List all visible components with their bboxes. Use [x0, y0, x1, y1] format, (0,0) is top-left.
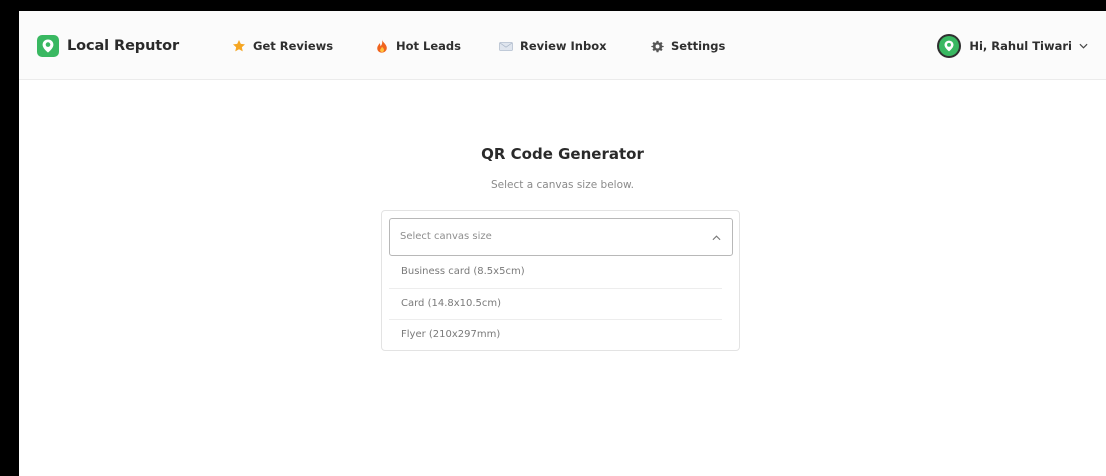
nav-item-label: Review Inbox	[520, 39, 607, 53]
avatar	[937, 34, 962, 58]
user-menu[interactable]: Hi, Rahul Tiwari	[937, 33, 1088, 59]
chevron-down-icon	[1078, 41, 1088, 51]
page-subtitle: Select a canvas size below.	[491, 179, 634, 191]
option-card[interactable]: Card (14.8x10.5cm)	[389, 288, 722, 319]
star-icon	[232, 39, 246, 53]
user-greeting: Hi, Rahul Tiwari	[969, 39, 1072, 53]
nav-item-review-inbox[interactable]: Review Inbox	[499, 38, 607, 54]
nav-item-hot-leads[interactable]: Hot Leads	[375, 38, 461, 54]
nav-item-settings[interactable]: Settings	[650, 38, 725, 54]
gear-icon	[650, 39, 664, 53]
app-window: Local Reputor Get Reviews Hot Leads Revi…	[19, 11, 1106, 476]
nav-item-label: Hot Leads	[396, 39, 461, 53]
brand-name: Local Reputor	[67, 38, 180, 54]
option-business-card[interactable]: Business card (8.5x5cm)	[389, 257, 722, 288]
envelope-icon	[499, 39, 513, 53]
canvas-size-select[interactable]: Select canvas size	[389, 218, 733, 256]
canvas-size-options: Business card (8.5x5cm) Card (14.8x10.5c…	[389, 257, 722, 350]
page-title: QR Code Generator	[481, 145, 644, 163]
select-placeholder: Select canvas size	[400, 231, 492, 242]
flame-icon	[375, 39, 389, 53]
nav-item-get-reviews[interactable]: Get Reviews	[232, 38, 333, 54]
canvas-size-select-panel: Select canvas size Business card (8.5x5c…	[381, 210, 740, 351]
option-flyer[interactable]: Flyer (210x297mm)	[389, 319, 722, 350]
location-pin-icon	[939, 36, 960, 56]
nav-item-label: Settings	[671, 39, 726, 53]
nav-item-label: Get Reviews	[253, 39, 334, 53]
chevron-up-icon	[711, 233, 721, 243]
location-pin-icon	[37, 35, 59, 57]
brand-logo-link[interactable]: Local Reputor	[37, 34, 179, 58]
top-navigation-bar: Local Reputor Get Reviews Hot Leads Revi…	[19, 11, 1106, 80]
